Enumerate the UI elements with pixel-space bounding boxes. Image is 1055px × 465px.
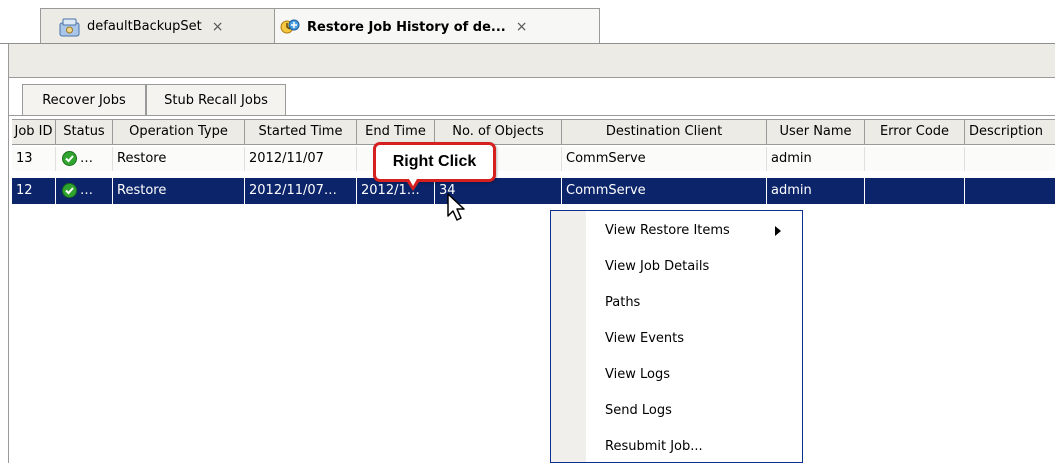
cell-description: [965, 178, 1055, 204]
menu-item-view-events[interactable]: View Events: [605, 321, 795, 357]
tab-recover-jobs[interactable]: Recover Jobs: [22, 84, 146, 115]
toolbar-band: [8, 44, 1055, 78]
cell-operation-type: Restore: [113, 147, 245, 171]
column-header-end-time[interactable]: End Time: [357, 120, 435, 144]
tab-label: Recover Jobs: [42, 92, 126, 108]
column-header-objects[interactable]: No. of Objects: [435, 120, 562, 144]
status-text: …: [80, 183, 93, 198]
tab-restore-job-history[interactable]: Restore Job History of de... ×: [274, 8, 600, 45]
cell-status: …: [56, 178, 113, 204]
column-header-destination-client[interactable]: Destination Client: [562, 120, 767, 144]
column-header-description[interactable]: Description: [965, 120, 1055, 144]
close-tab-icon[interactable]: ×: [212, 19, 224, 35]
menu-item-paths[interactable]: Paths: [605, 285, 795, 321]
tab-label: Restore Job History of de...: [307, 19, 506, 35]
menu-item-view-logs[interactable]: View Logs: [605, 357, 795, 393]
menu-item-resubmit-job[interactable]: Resubmit Job...: [605, 429, 795, 465]
status-ok-icon: [62, 151, 77, 166]
cell-job-id: 13: [12, 147, 56, 171]
tab-stub-recall-jobs[interactable]: Stub Recall Jobs: [146, 84, 286, 115]
right-click-callout: Right Click: [373, 142, 496, 182]
close-tab-icon[interactable]: ×: [516, 19, 528, 35]
menu-item-send-logs[interactable]: Send Logs: [605, 393, 795, 429]
cell-status: …: [56, 147, 113, 171]
menu-item-label: View Restore Items: [605, 223, 730, 238]
cell-operation-type: Restore: [113, 178, 245, 204]
menu-item-view-restore-items[interactable]: View Restore Items: [605, 213, 795, 249]
cell-error-code: [865, 147, 965, 171]
table-header: Job ID Status Operation Type Started Tim…: [12, 119, 1055, 145]
cell-destination-client: CommServe: [562, 178, 767, 204]
table-row[interactable]: 13 … Restore 2012/11/07 34 CommServe adm…: [12, 147, 1055, 171]
table-row-selected[interactable]: 12 … Restore 2012/11/07… 2012/1… 34 Comm…: [12, 178, 1055, 204]
tab-label: defaultBackupSet: [87, 19, 202, 34]
cell-user-name: admin: [767, 178, 865, 204]
cell-job-id: 12: [12, 178, 56, 204]
context-menu: View Restore Items View Job Details Path…: [550, 210, 803, 463]
column-header-job-id[interactable]: Job ID: [12, 120, 56, 144]
cell-started-time: 2012/11/07…: [245, 178, 357, 204]
callout-pointer-inner: [409, 179, 417, 186]
mouse-cursor-icon: [447, 193, 465, 221]
column-header-status[interactable]: Status: [56, 120, 113, 144]
cell-started-time: 2012/11/07: [245, 147, 357, 171]
backupset-icon: [59, 18, 80, 36]
column-header-operation-type[interactable]: Operation Type: [113, 120, 245, 144]
status-text: …: [80, 151, 93, 166]
status-ok-icon: [62, 183, 77, 198]
menu-item-view-job-details[interactable]: View Job Details: [605, 249, 795, 285]
column-header-started-time[interactable]: Started Time: [245, 120, 357, 144]
cell-description: [965, 147, 1055, 171]
tabs-divider: [9, 115, 1055, 116]
submenu-arrow-icon: [775, 226, 781, 236]
document-tab-strip: defaultBackupSet × Restore Job History o…: [0, 0, 1055, 45]
cell-error-code: [865, 178, 965, 204]
restore-history-icon: [280, 19, 300, 34]
context-menu-icon-strip: [551, 211, 586, 462]
column-header-user-name[interactable]: User Name: [767, 120, 865, 144]
tab-label: Stub Recall Jobs: [164, 92, 268, 108]
column-header-error-code[interactable]: Error Code: [865, 120, 965, 144]
tab-default-backup-set[interactable]: defaultBackupSet ×: [40, 8, 275, 44]
panel-left-edge: [8, 44, 9, 463]
cell-user-name: admin: [767, 147, 865, 171]
cell-destination-client: CommServe: [562, 147, 767, 171]
